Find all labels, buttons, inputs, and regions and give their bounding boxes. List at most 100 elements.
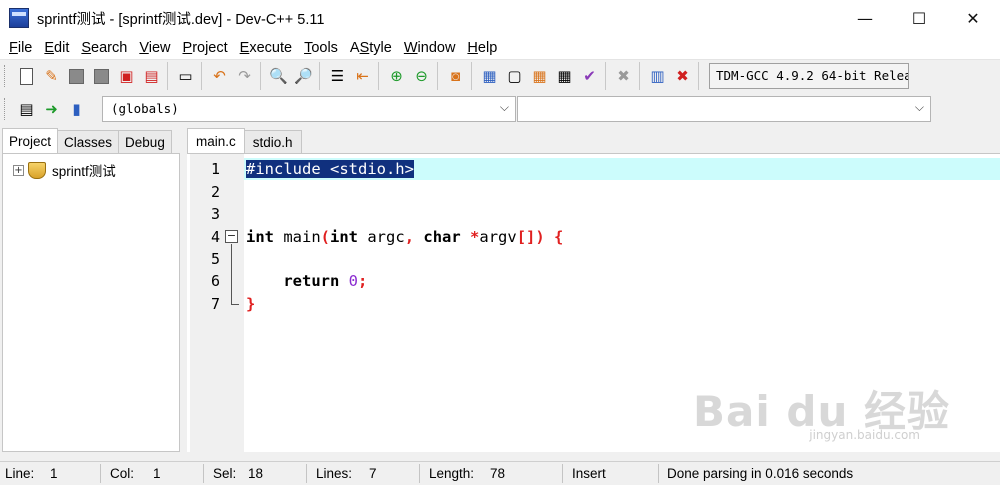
- close-file-button[interactable]: ▣: [115, 65, 138, 88]
- undo-toolbar-group: ↶ ↷: [204, 62, 261, 90]
- save-all-icon: [94, 68, 109, 84]
- print-toolbar-group: ▭: [170, 62, 202, 90]
- tab-stdio-h[interactable]: stdio.h: [243, 130, 302, 153]
- indent-icon: ☰: [330, 67, 345, 85]
- status-sel-value: 18: [248, 466, 264, 481]
- goto-button[interactable]: ➜: [40, 98, 63, 121]
- project-tree-item[interactable]: + sprintf测试: [13, 160, 116, 180]
- devcpp-app-icon: [9, 8, 29, 28]
- open-folder-icon: ✎: [45, 67, 58, 85]
- toolbar-grip[interactable]: [4, 65, 8, 87]
- line-number: 6: [210, 272, 220, 290]
- replace-button[interactable]: 🔎: [292, 65, 315, 88]
- menu-bar: File Edit Search View Project Execute To…: [0, 36, 1000, 60]
- compile-toolbar-group: ▦ ▢ ▦ ▦ ✔: [474, 62, 606, 90]
- project-options-icon: ◙: [450, 67, 461, 85]
- insert-button[interactable]: ▤: [15, 98, 38, 121]
- menu-window[interactable]: Window: [398, 40, 462, 56]
- expand-icon[interactable]: +: [13, 164, 24, 176]
- remove-from-project-button[interactable]: ⊖: [410, 65, 433, 88]
- indent-button[interactable]: ☰: [326, 65, 349, 88]
- status-insert-mode: Insert: [572, 466, 606, 481]
- status-lines-label: Lines:: [316, 466, 353, 481]
- redo-button[interactable]: ↷: [233, 65, 256, 88]
- chevron-down-icon: ⌵: [499, 100, 509, 114]
- tab-classes[interactable]: Classes: [57, 130, 120, 153]
- fold-collapse-icon[interactable]: −: [225, 230, 238, 243]
- profile-analysis-button[interactable]: ▥: [646, 65, 669, 88]
- syntax-check-button[interactable]: ✔: [578, 65, 601, 88]
- function-combo[interactable]: ⌵: [517, 96, 931, 122]
- status-length-label: Length:: [429, 466, 475, 481]
- fold-line: [231, 244, 232, 304]
- menu-help[interactable]: Help: [461, 40, 503, 56]
- open-file-button[interactable]: ✎: [40, 65, 63, 88]
- maximize-button[interactable]: ☐: [892, 0, 946, 36]
- save-icon: [69, 68, 84, 84]
- menu-execute[interactable]: Execute: [234, 40, 298, 56]
- save-all-button[interactable]: [90, 65, 113, 88]
- delete-profile-icon: ✖: [676, 67, 689, 85]
- project-tree-panel: + sprintf测试: [2, 153, 180, 452]
- close-all-button[interactable]: ▤: [140, 65, 163, 88]
- goto-icon: ➜: [45, 100, 58, 118]
- new-file-button[interactable]: [15, 65, 38, 88]
- code-line-7: }: [246, 295, 256, 313]
- unindent-button[interactable]: ⇤: [351, 65, 374, 88]
- toolbar-grip[interactable]: [4, 98, 8, 120]
- line-number: 1: [210, 160, 220, 178]
- status-length-value: 78: [490, 466, 506, 481]
- minimize-button[interactable]: —: [838, 0, 892, 36]
- find-icon: 🔍: [269, 67, 288, 85]
- class-browser-group: ▤ ➜ ▮: [11, 95, 92, 123]
- delete-profile-button[interactable]: ✖: [671, 65, 694, 88]
- scope-combo[interactable]: (globals) ⌵: [102, 96, 516, 122]
- status-col-label: Col:: [110, 466, 135, 481]
- menu-edit[interactable]: Edit: [38, 40, 75, 56]
- bookmark-button[interactable]: ▮: [65, 98, 88, 121]
- menu-file[interactable]: File: [3, 40, 38, 56]
- menu-view[interactable]: View: [133, 40, 176, 56]
- line-number: 3: [210, 205, 220, 223]
- print-button[interactable]: ▭: [174, 65, 197, 88]
- rebuild-all-button[interactable]: ▦: [553, 65, 576, 88]
- status-sel-label: Sel:: [213, 466, 237, 481]
- unindent-icon: ⇤: [356, 67, 369, 85]
- editor-tabs: main.c stdio.h: [187, 128, 1000, 153]
- main-toolbar: ✎ ▣ ▤ ▭ ↶ ↷ 🔍 🔎 ☰ ⇤ ⊕ ⊖ ◙ ▦ ▢ ▦ ▦ ✔ ✖ ▥ …: [0, 60, 1000, 92]
- compile-button[interactable]: ▦: [478, 65, 501, 88]
- replace-icon: 🔎: [294, 67, 313, 85]
- printer-icon: ▭: [178, 67, 193, 85]
- compiler-select[interactable]: TDM-GCC 4.9.2 64-bit Release: [709, 63, 909, 89]
- add-to-project-button[interactable]: ⊕: [385, 65, 408, 88]
- save-button[interactable]: [65, 65, 88, 88]
- project-options-button[interactable]: ◙: [444, 65, 467, 88]
- stop-execution-button[interactable]: ✖: [612, 65, 635, 88]
- line-number: 4: [210, 228, 220, 246]
- line-number-gutter: 1 2 3 4 5 6 7 −: [190, 154, 244, 452]
- menu-astyle[interactable]: AStyle: [344, 40, 398, 56]
- fold-end-marker: [231, 304, 239, 305]
- menu-search[interactable]: Search: [75, 40, 133, 56]
- tab-project[interactable]: Project: [2, 128, 59, 153]
- bookmark-icon: ▮: [72, 100, 81, 118]
- status-divider: [203, 464, 204, 483]
- status-col-value: 1: [153, 466, 161, 481]
- run-button[interactable]: ▢: [503, 65, 526, 88]
- close-button[interactable]: ✕: [946, 0, 1000, 36]
- check-icon: ✔: [583, 67, 596, 85]
- menu-tools[interactable]: Tools: [298, 40, 344, 56]
- close-all-icon: ▤: [144, 67, 159, 85]
- code-line-1: #include <stdio.h>: [244, 158, 1000, 180]
- code-line-4: int main(int argc, char *argv[]) {: [246, 228, 564, 246]
- compile-run-button[interactable]: ▦: [528, 65, 551, 88]
- status-divider: [658, 464, 659, 483]
- undo-button[interactable]: ↶: [208, 65, 231, 88]
- run-icon: ▢: [507, 67, 522, 85]
- line-number: 2: [210, 183, 220, 201]
- tab-main-c[interactable]: main.c: [187, 128, 245, 153]
- tab-debug[interactable]: Debug: [118, 130, 172, 153]
- file-toolbar-group: ✎ ▣ ▤: [11, 62, 168, 90]
- find-button[interactable]: 🔍: [267, 65, 290, 88]
- menu-project[interactable]: Project: [177, 40, 234, 56]
